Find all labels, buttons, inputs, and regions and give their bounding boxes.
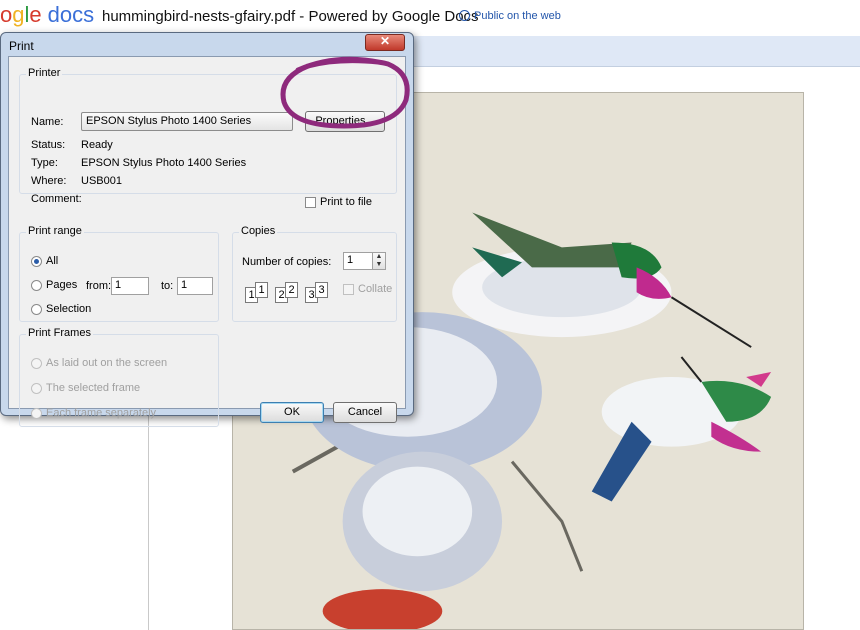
comment-label: Comment:	[31, 193, 82, 205]
ok-button[interactable]: OK	[260, 402, 324, 423]
globe-icon	[459, 10, 470, 21]
range-selection-label: Selection	[46, 303, 92, 315]
cancel-button[interactable]: Cancel	[333, 402, 397, 423]
number-of-copies-label: Number of copies:	[242, 256, 332, 268]
status-label: Status:	[31, 139, 66, 151]
range-all-radio[interactable]	[31, 256, 42, 267]
printer-name-select[interactable]: EPSON Stylus Photo 1400 Series	[81, 112, 293, 131]
pages-to-input[interactable]: 1	[177, 277, 213, 295]
range-pages-radio[interactable]	[31, 280, 42, 291]
collate-sheet: 3	[315, 282, 328, 298]
logo-letter: e	[29, 2, 42, 27]
docs-header: ogle docs hummingbird-nests-gfairy.pdf - …	[0, 0, 860, 36]
spin-up-icon: ▲	[375, 253, 383, 260]
printer-name-label: Name:	[31, 116, 64, 128]
collate-checkbox[interactable]	[343, 284, 354, 295]
logo-letter: g	[12, 2, 25, 27]
printer-name-value: EPSON Stylus Photo 1400 Series	[86, 115, 252, 127]
print-range-legend: Print range	[26, 225, 84, 237]
print-frames-legend: Print Frames	[26, 327, 93, 339]
google-docs-logo[interactable]: ogle docs	[0, 2, 94, 28]
range-all-label: All	[46, 255, 59, 267]
print-to-file-checkbox[interactable]	[305, 197, 316, 208]
printer-legend: Printer	[26, 67, 63, 79]
number-of-copies-input[interactable]: 1	[343, 252, 373, 270]
close-button[interactable]: ✕	[365, 34, 405, 51]
where-value: USB001	[81, 175, 122, 187]
dialog-title: Print	[9, 39, 34, 53]
pages-to-label: to:	[161, 280, 174, 292]
range-pages-label: Pages	[46, 279, 78, 291]
sharing-status-label: Public on the web	[474, 10, 561, 22]
copies-spinner[interactable]: ▲ ▼	[372, 252, 386, 270]
frames-as-laid-out-radio[interactable]	[31, 358, 42, 369]
type-label: Type:	[31, 157, 58, 169]
logo-product: docs	[47, 2, 95, 27]
where-label: Where:	[31, 175, 67, 187]
print-to-file-label: Print to file	[320, 196, 372, 208]
sharing-status[interactable]: Public on the web	[459, 10, 561, 22]
properties-button[interactable]: Properties...	[305, 111, 385, 132]
frames-each-radio[interactable]	[31, 408, 42, 419]
frames-each-label: Each frame separately	[46, 407, 157, 419]
print-dialog: Print ✕ Printer Name: EPSON Stylus Photo…	[0, 32, 414, 427]
collate-sheet: 1	[255, 282, 268, 298]
copies-legend: Copies	[239, 225, 278, 237]
pages-from-input[interactable]: 1	[111, 277, 149, 295]
dialog-body: Printer Name: EPSON Stylus Photo 1400 Se…	[8, 56, 406, 427]
frames-selected-label: The selected frame	[46, 382, 141, 394]
printer-group: Printer	[19, 67, 397, 194]
status-value: Ready	[81, 139, 113, 151]
close-icon: ✕	[379, 34, 391, 48]
logo-letter: o	[0, 2, 13, 27]
frames-as-laid-out-label: As laid out on the screen	[46, 357, 168, 369]
collate-label: Collate	[358, 283, 393, 295]
document-title: hummingbird-nests-gfairy.pdf - Powered b…	[102, 8, 479, 25]
collate-sheet: 2	[285, 282, 298, 298]
pages-from-label: from:	[86, 280, 112, 292]
copies-group: Copies	[232, 225, 397, 322]
frames-selected-radio[interactable]	[31, 383, 42, 394]
spin-down-icon: ▼	[375, 261, 383, 268]
type-value: EPSON Stylus Photo 1400 Series	[81, 157, 247, 169]
range-selection-radio[interactable]	[31, 304, 42, 315]
